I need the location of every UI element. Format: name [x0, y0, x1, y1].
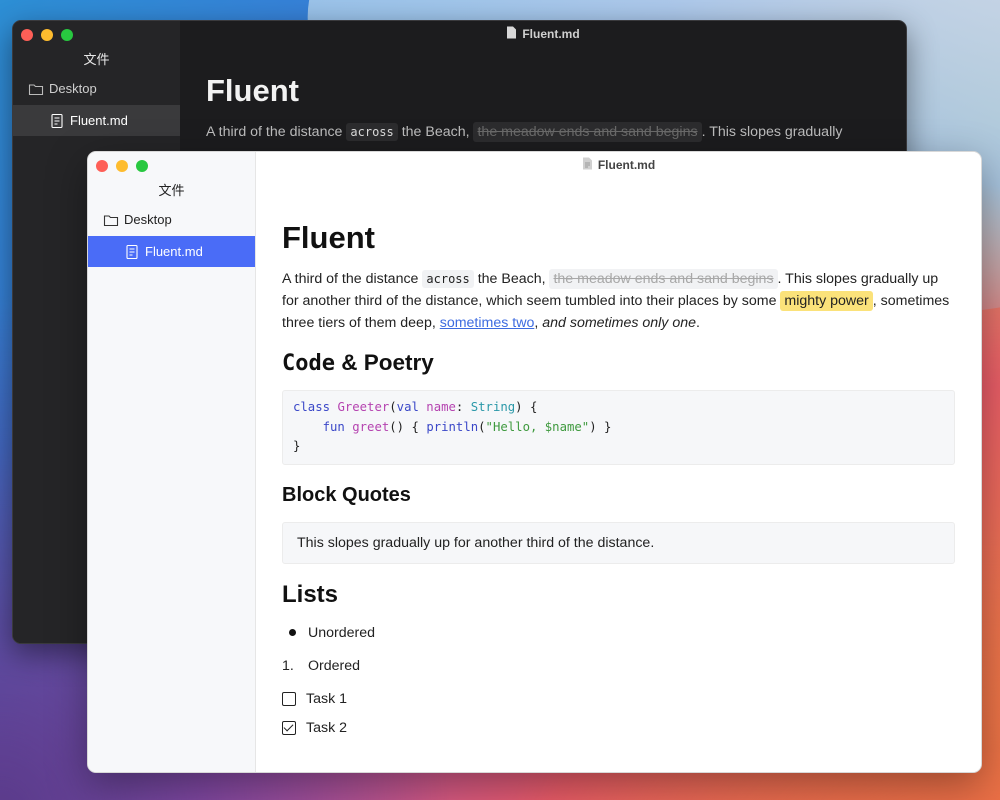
code-punct: ) }: [589, 419, 612, 434]
code-punct: (: [389, 400, 397, 414]
zoom-button[interactable]: [61, 29, 73, 41]
window-title: Fluent.md: [256, 157, 981, 173]
zoom-button[interactable]: [136, 160, 148, 172]
close-button[interactable]: [96, 160, 108, 172]
window-controls: [21, 29, 73, 41]
document-content[interactable]: Fluent A third of the distance across th…: [206, 73, 880, 143]
minimize-button[interactable]: [116, 160, 128, 172]
document-icon: [124, 244, 140, 260]
doc-paragraph: A third of the distance across the Beach…: [206, 121, 880, 143]
paragraph-text: .: [696, 315, 700, 331]
code-param: name: [426, 400, 456, 414]
paragraph-text: the Beach,: [473, 271, 550, 287]
tree-file-label: Fluent.md: [145, 244, 203, 259]
code-function: Greeter: [337, 400, 390, 414]
window-title-text: Fluent.md: [522, 27, 580, 41]
tree-folder-desktop[interactable]: Desktop: [88, 204, 255, 235]
tree-folder-label: Desktop: [124, 212, 172, 227]
code-function: greet: [352, 419, 390, 434]
inline-code: across: [346, 123, 398, 141]
italic-text: and sometimes only one: [542, 315, 697, 331]
task-item-1: Task 1: [282, 688, 955, 710]
task-checkbox-checked[interactable]: [282, 720, 296, 735]
list-item-unordered: Unordered: [282, 622, 955, 644]
doc-title: Fluent: [282, 220, 375, 255]
code-block[interactable]: class Greeter(val name: String) { fun gr…: [282, 390, 955, 465]
code-punct: }: [293, 439, 301, 453]
task-item-2: Task 2: [282, 717, 955, 739]
window-controls: [96, 160, 148, 172]
block-quote: This slopes gradually up for another thi…: [282, 521, 955, 564]
code-punct: () {: [389, 419, 427, 434]
list: Unordered 1. Ordered Task 1 Task 2: [282, 622, 955, 739]
highlighted-text: mighty power: [780, 291, 873, 311]
inline-code: across: [422, 270, 474, 288]
list-item-label: Ordered: [308, 657, 361, 674]
tree-folder-label: Desktop: [49, 81, 97, 96]
paragraph-text: the Beach,: [397, 124, 474, 140]
sidebar-title: 文件: [158, 183, 185, 198]
window-title: Fluent.md: [180, 26, 906, 42]
list-item-label: Unordered: [308, 624, 376, 641]
folder-icon: [28, 81, 44, 97]
code-keyword: fun: [322, 419, 345, 434]
tree-file-label: Fluent.md: [70, 113, 128, 128]
window-title-text: Fluent.md: [597, 158, 656, 172]
tree-file-fluent[interactable]: Fluent.md: [88, 236, 255, 267]
document-icon: [582, 157, 593, 173]
heading-rest: & Poetry: [334, 350, 434, 375]
heading-lists: Lists: [282, 580, 339, 608]
code-type: String: [470, 400, 516, 414]
code-call: println: [426, 419, 479, 434]
strikethrough-text: the meadow ends and sand begins: [473, 122, 702, 142]
editor-main: Fluent.md Fluent A third of the distance…: [256, 152, 981, 772]
document-content[interactable]: Fluent A third of the distance across th…: [282, 220, 955, 739]
doc-paragraph: A third of the distance across the Beach…: [282, 268, 955, 334]
code-keyword: class: [293, 400, 331, 414]
doc-title: Fluent: [206, 73, 299, 108]
list-number: 1.: [282, 657, 294, 674]
code-keyword: val: [396, 400, 419, 414]
minimize-button[interactable]: [41, 29, 53, 41]
tree-file-fluent[interactable]: Fluent.md: [13, 105, 180, 136]
editor-window-light[interactable]: 文件 Desktop Fluent.md Fluent.md Fluent A …: [87, 151, 982, 773]
folder-icon: [103, 212, 119, 228]
hyperlink[interactable]: sometimes two: [440, 315, 535, 331]
strikethrough-text: the meadow ends and sand begins: [549, 269, 778, 289]
paragraph-text: A third of the distance: [206, 124, 343, 140]
sidebar-title: 文件: [83, 52, 110, 67]
document-icon: [506, 26, 517, 42]
bullet-icon: [289, 629, 296, 636]
heading-block-quotes: Block Quotes: [282, 483, 411, 506]
task-label: Task 1: [306, 690, 348, 707]
sidebar: 文件 Desktop Fluent.md: [88, 152, 256, 772]
close-button[interactable]: [21, 29, 33, 41]
tree-folder-desktop[interactable]: Desktop: [13, 73, 180, 104]
code-string: "Hello, $name": [485, 419, 590, 434]
document-icon: [49, 113, 65, 129]
task-label: Task 2: [306, 719, 348, 736]
heading-code-poetry: Code & Poetry: [282, 350, 955, 376]
code-punct: (: [478, 419, 486, 434]
code-punct: ) {: [515, 400, 538, 414]
paragraph-text: A third of the distance: [282, 271, 423, 287]
heading-code-word: Code: [282, 351, 335, 376]
paragraph-text: . This slopes gradually: [701, 124, 843, 140]
task-checkbox[interactable]: [282, 691, 296, 706]
list-item-ordered: 1. Ordered: [282, 655, 955, 677]
code-punct: :: [455, 400, 471, 414]
